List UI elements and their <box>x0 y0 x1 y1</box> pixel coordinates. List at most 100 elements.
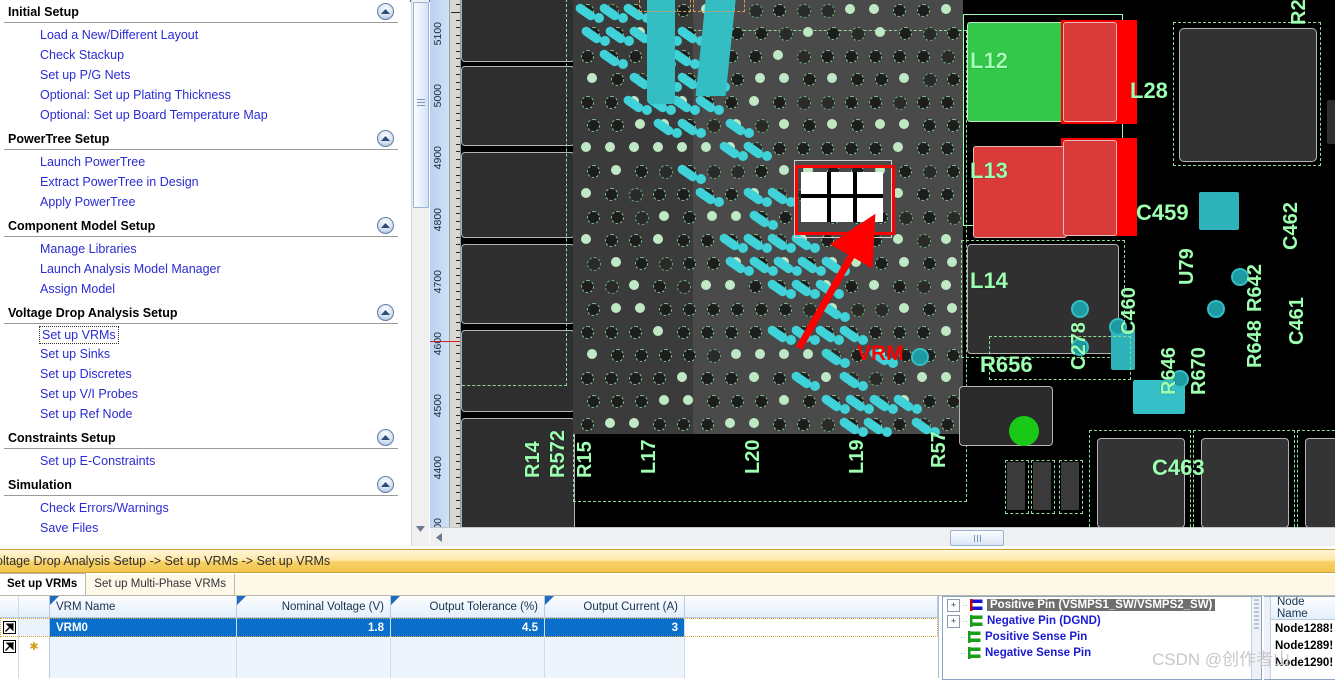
sidebar-item-set-up-discretes[interactable]: Set up Discretes <box>4 364 402 384</box>
bga-via <box>917 4 930 17</box>
section-header-initial-setup[interactable]: Initial Setup <box>4 0 398 23</box>
tree-node-positive-pin-vsmps1-sw-vsmps2-sw[interactable]: + ·· Positive Pin (VSMPS1_SW/VSMPS2_SW) <box>943 597 1261 613</box>
scroll-down-arrow-icon[interactable] <box>413 522 427 536</box>
sidebar-vertical-scrollbar[interactable] <box>411 0 429 546</box>
row-checkbox-cell[interactable] <box>0 656 19 675</box>
workflow-sidebar[interactable]: Initial Setup Load a New/Different Layout… <box>0 0 410 546</box>
node-name-row[interactable]: Node1288! <box>1271 620 1335 637</box>
new-row-star-icon[interactable]: ✱ <box>29 640 38 653</box>
sidebar-item-set-up-sinks[interactable]: Set up Sinks <box>4 344 402 364</box>
pcb-design-viewport[interactable]: L18L15L16U3L12L13L28L14R656C278C463C459C… <box>461 0 1335 528</box>
pad-gap <box>801 194 883 198</box>
chevron-up-icon[interactable] <box>377 3 394 20</box>
table-row[interactable]: ✱ <box>0 637 938 656</box>
chevron-up-icon[interactable] <box>377 476 394 493</box>
sidebar-item-set-up-vrms[interactable]: Set up VRMs <box>39 326 119 344</box>
panel-tabstrip[interactable]: Set up VRMs Set up Multi-Phase VRMs <box>0 573 1335 596</box>
sidebar-item-set-up-e-constraints[interactable]: Set up E-Constraints <box>4 451 402 471</box>
row-header-cell[interactable]: ✱ <box>19 637 50 656</box>
section-header-powertree-setup[interactable]: PowerTree Setup <box>4 127 398 150</box>
chevron-up-icon[interactable] <box>377 217 394 234</box>
row-header-cell[interactable] <box>19 618 50 637</box>
sidebar-item-set-up-p-g-nets[interactable]: Set up P/G Nets <box>4 65 402 85</box>
tree-node-positive-sense-pin[interactable]: ·· Positive Sense Pin <box>943 629 1261 645</box>
cell-empty[interactable] <box>237 656 391 675</box>
column-header-output-current-a[interactable]: Output Current (A) <box>545 596 685 618</box>
sidebar-item-optional-set-up-board-temperature-map[interactable]: Optional: Set up Board Temperature Map <box>4 105 402 125</box>
bga-via <box>653 188 666 201</box>
chevron-up-icon[interactable] <box>377 304 394 321</box>
row-checkbox-cell[interactable] <box>0 618 19 637</box>
cell-empty[interactable] <box>391 656 545 675</box>
bga-via <box>947 303 957 313</box>
sidebar-item-check-errors-warnings[interactable]: Check Errors/Warnings <box>4 498 402 518</box>
bga-via <box>797 4 811 18</box>
sidebar-item-set-up-ref-node[interactable]: Set up Ref Node <box>4 404 402 424</box>
pcb-layout-canvas-area[interactable]: 510050004900480047004600450044004300 L18… <box>430 0 1335 546</box>
cell-output-tolerance[interactable]: 4.5 <box>391 618 545 637</box>
table-row[interactable]: VRM0 1.8 4.5 3 <box>0 618 938 637</box>
sidebar-item-manage-libraries[interactable]: Manage Libraries <box>4 239 402 259</box>
table-row-empty[interactable] <box>0 656 938 675</box>
row-checkbox[interactable] <box>2 621 16 634</box>
cell-output-current-a[interactable] <box>545 637 685 656</box>
chevron-up-icon[interactable] <box>377 429 394 446</box>
section-header-component-model-setup[interactable]: Component Model Setup <box>4 214 398 237</box>
sidebar-item-optional-set-up-plating-thickness[interactable]: Optional: Set up Plating Thickness <box>4 85 402 105</box>
cell-output-current-a[interactable]: 3 <box>545 618 685 637</box>
sidebar-scrollbar-thumb[interactable] <box>413 2 429 208</box>
cell-vrm-name[interactable]: VRM0 <box>50 618 237 637</box>
expand-plus-icon[interactable]: + <box>947 598 960 612</box>
bga-via <box>749 280 762 293</box>
row-checkbox-cell[interactable] <box>0 637 19 656</box>
section-header-constraints-setup[interactable]: Constraints Setup <box>4 426 398 449</box>
node-name-rows[interactable]: Node1288! Node1289! Node1290! <box>1271 620 1335 671</box>
breadcrumb-text: oltage Drop Analysis Setup -> Set up VRM… <box>0 554 331 568</box>
section-header-simulation[interactable]: Simulation <box>4 473 398 496</box>
sidebar-item-launch-powertree[interactable]: Launch PowerTree <box>4 152 402 172</box>
tree-node-negative-sense-pin[interactable]: ·· Negative Sense Pin <box>943 645 1261 661</box>
tab-set-up-vrms[interactable]: Set up VRMs <box>0 573 87 595</box>
vrm-table[interactable]: VRM Name Nominal Voltage (V) Output Tolera… <box>0 596 939 678</box>
bga-via <box>653 280 666 293</box>
column-header-output-tolerance[interactable]: Output Tolerance (%) <box>391 596 545 618</box>
bga-via <box>707 119 721 133</box>
cell-nominal-voltage-v[interactable] <box>237 637 391 656</box>
bga-via <box>677 326 690 339</box>
sidebar-item-save-files[interactable]: Save Files <box>4 518 402 538</box>
sidebar-item-load-a-new-different-layout[interactable]: Load a New/Different Layout <box>4 25 402 45</box>
sidebar-item-assign-model[interactable]: Assign Model <box>4 279 402 299</box>
sidebar-item-extract-powertree-in-design[interactable]: Extract PowerTree in Design <box>4 172 402 192</box>
vrm-table-body[interactable]: VRM0 1.8 4.5 3 ✱ <box>0 618 938 678</box>
tree-vertical-scrollbar[interactable] <box>1251 597 1261 679</box>
cell-vrm-name[interactable] <box>50 637 237 656</box>
scroll-left-arrow-icon[interactable] <box>430 529 447 545</box>
cell-nominal-voltage-v[interactable]: 1.8 <box>237 618 391 637</box>
row-checkbox[interactable] <box>2 640 16 653</box>
tab-set-up-multi-phase-vrms[interactable]: Set up Multi-Phase VRMs <box>86 574 235 595</box>
tree-node-negative-pin-dgnd[interactable]: + ·· Negative Pin (DGND) <box>943 613 1261 629</box>
trace-endpoint-via <box>768 220 778 230</box>
expand-plus-icon[interactable]: + <box>947 614 960 628</box>
sidebar-item-set-up-v-i-probes[interactable]: Set up V/I Probes <box>4 384 402 404</box>
column-header-vrm-name[interactable]: VRM Name <box>50 596 237 618</box>
cell-empty[interactable] <box>545 656 685 675</box>
sidebar-item-check-stackup[interactable]: Check Stackup <box>4 45 402 65</box>
bga-via <box>677 142 687 152</box>
cell-empty[interactable] <box>50 656 237 675</box>
chevron-up-icon[interactable] <box>377 130 394 147</box>
node-name-row[interactable]: Node1289! <box>1271 637 1335 654</box>
section-header-voltage-drop-analysis-setup[interactable]: Voltage Drop Analysis Setup <box>4 301 398 324</box>
cell-filler <box>685 618 938 637</box>
cell-output-tolerance[interactable] <box>391 637 545 656</box>
node-name-list[interactable]: Node Name Node1288! Node1289! Node1290! <box>1264 596 1335 680</box>
bga-via <box>773 418 786 431</box>
row-header-cell[interactable] <box>19 656 50 675</box>
node-name-row[interactable]: Node1290! <box>1271 654 1335 671</box>
vrm-pin-tree[interactable]: + ·· Positive Pin (VSMPS1_SW/VSMPS2_SW) + ··… <box>942 596 1262 680</box>
sidebar-item-apply-powertree[interactable]: Apply PowerTree <box>4 192 402 212</box>
canvas-horizontal-scrollbar[interactable] <box>430 527 1335 546</box>
column-header-nominal-voltage-v[interactable]: Nominal Voltage (V) <box>237 596 391 618</box>
sidebar-item-launch-analysis-model-manager[interactable]: Launch Analysis Model Manager <box>4 259 402 279</box>
horizontal-scrollbar-thumb[interactable] <box>950 530 1004 546</box>
